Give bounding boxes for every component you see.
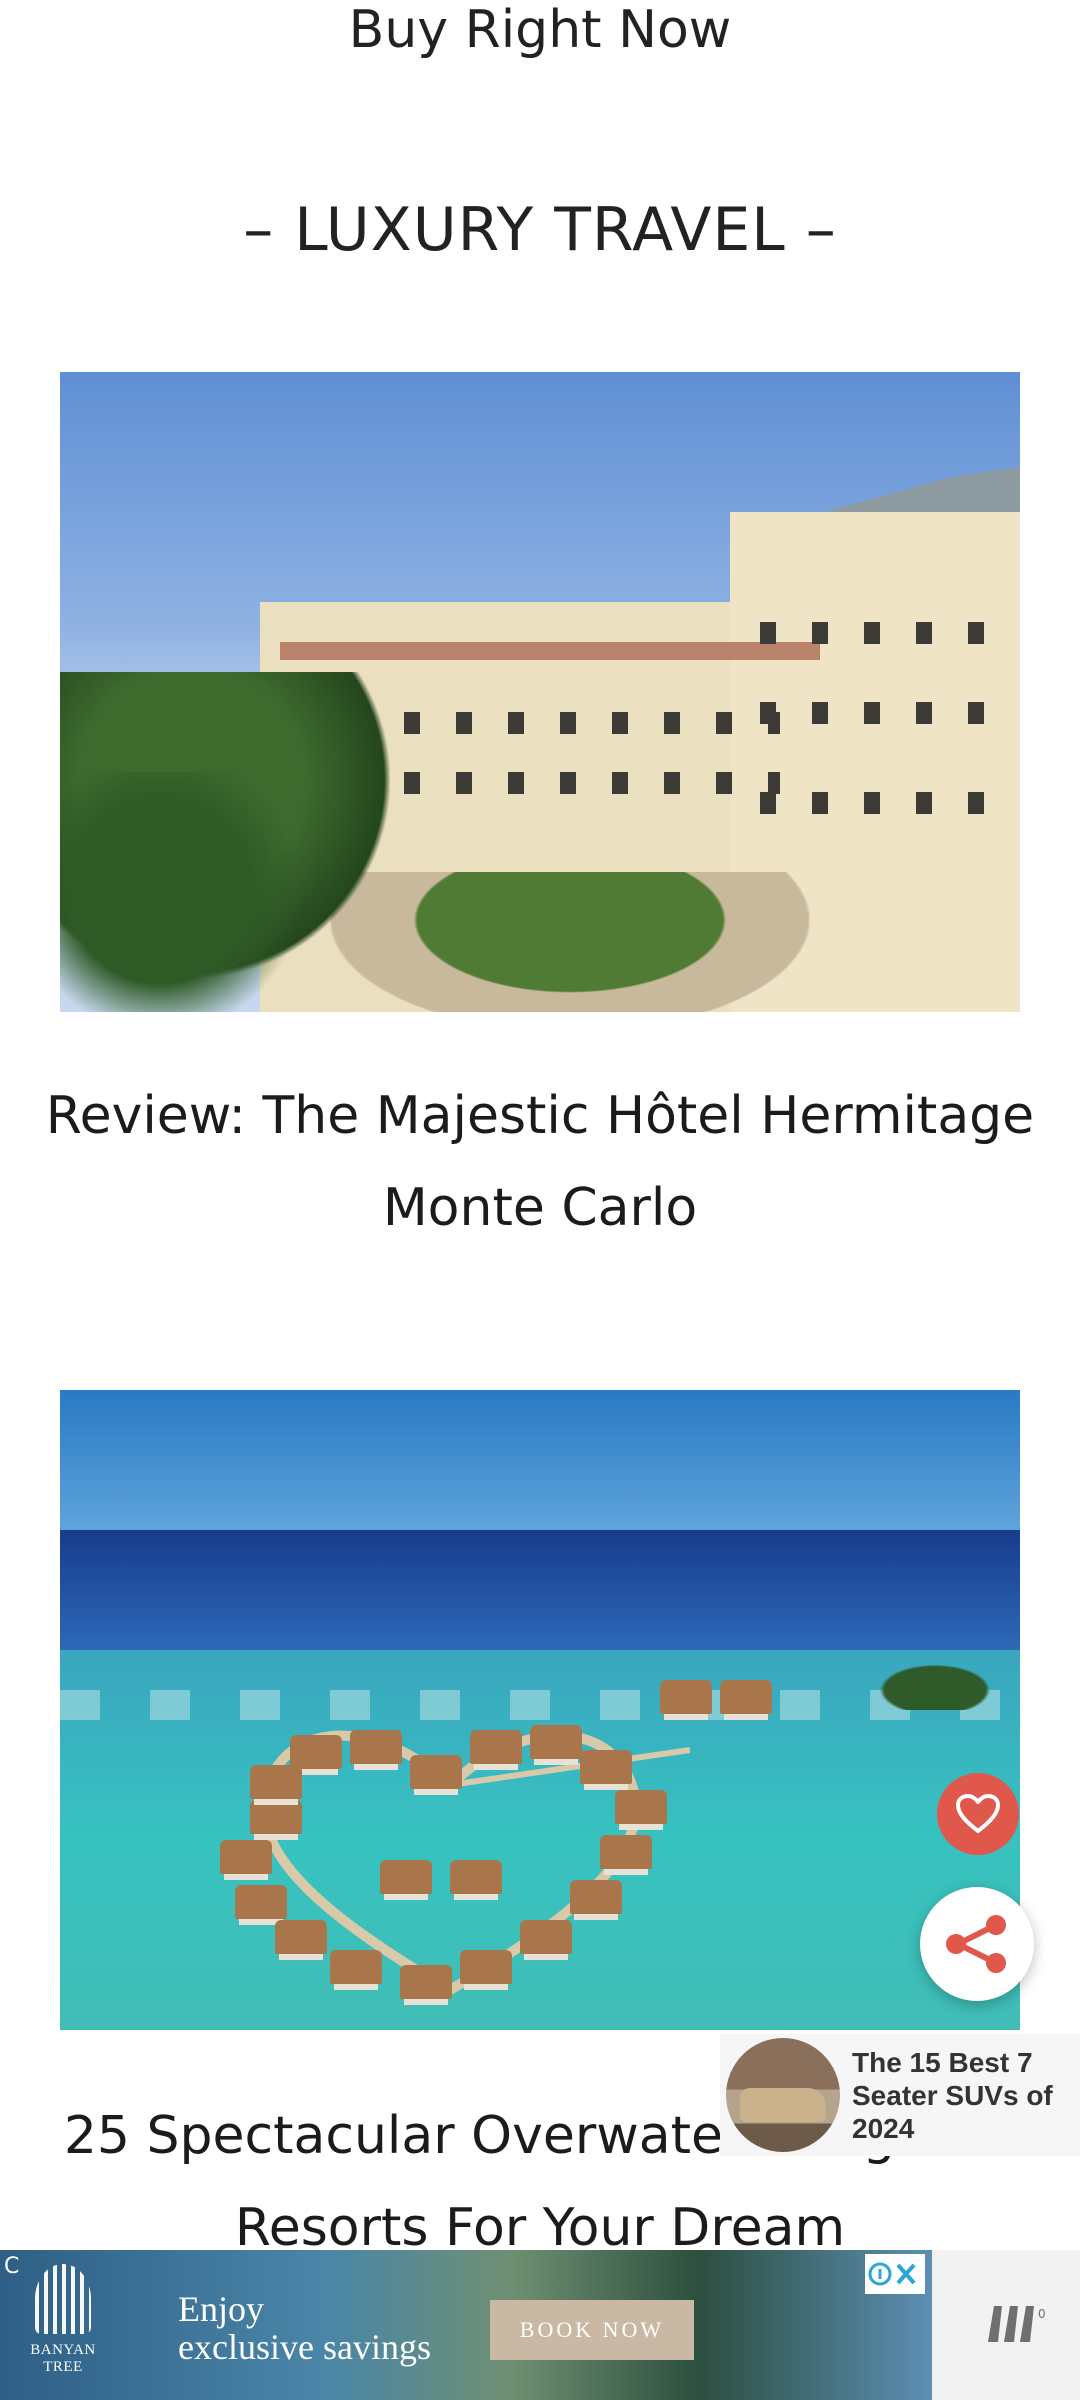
ad-info-close-icon	[868, 2262, 916, 2286]
share-button[interactable]	[920, 1887, 1034, 2001]
section-heading: – LUXURY TRAVEL –	[243, 195, 837, 265]
article-title-hotel[interactable]: Review: The Majestic Hôtel Hermitage Mon…	[40, 1070, 1040, 1254]
buy-right-now-link[interactable]: Buy Right Now	[0, 0, 1080, 60]
banyan-tree-logo: BANYAN TREE	[18, 2264, 108, 2384]
ad-banner[interactable]: C BANYAN TREE Enjoy exclusive savings BO…	[0, 2250, 932, 2400]
book-now-button[interactable]: BOOK NOW	[490, 2300, 694, 2360]
ad-close-button[interactable]	[865, 2254, 925, 2294]
ad-copy: Enjoy exclusive savings	[178, 2290, 431, 2366]
ad-network-logo-icon: 0	[988, 2306, 1046, 2342]
recommended-article-card[interactable]: The 15 Best 7 Seater SUVs of 2024	[720, 2034, 1080, 2156]
bottom-ad-bar: C BANYAN TREE Enjoy exclusive savings BO…	[0, 2250, 1080, 2400]
heart-icon	[956, 1794, 1000, 1833]
ad-copy-line1: Enjoy	[178, 2289, 264, 2329]
tree-icon	[35, 2264, 91, 2334]
share-icon	[946, 1915, 1006, 1973]
suv-thumbnail	[726, 2038, 840, 2152]
svg-text:0: 0	[1038, 2307, 1046, 2321]
article-image-resort[interactable]	[60, 1390, 1020, 2030]
recommended-article-title: The 15 Best 7 Seater SUVs of 2024	[852, 2046, 1053, 2144]
article-image-hotel[interactable]	[60, 372, 1020, 1012]
page: Buy Right Now – LUXURY TRAVEL – Review: …	[0, 0, 1080, 2400]
ad-copy-line2: exclusive savings	[178, 2327, 431, 2367]
favorite-button[interactable]	[937, 1773, 1019, 1855]
